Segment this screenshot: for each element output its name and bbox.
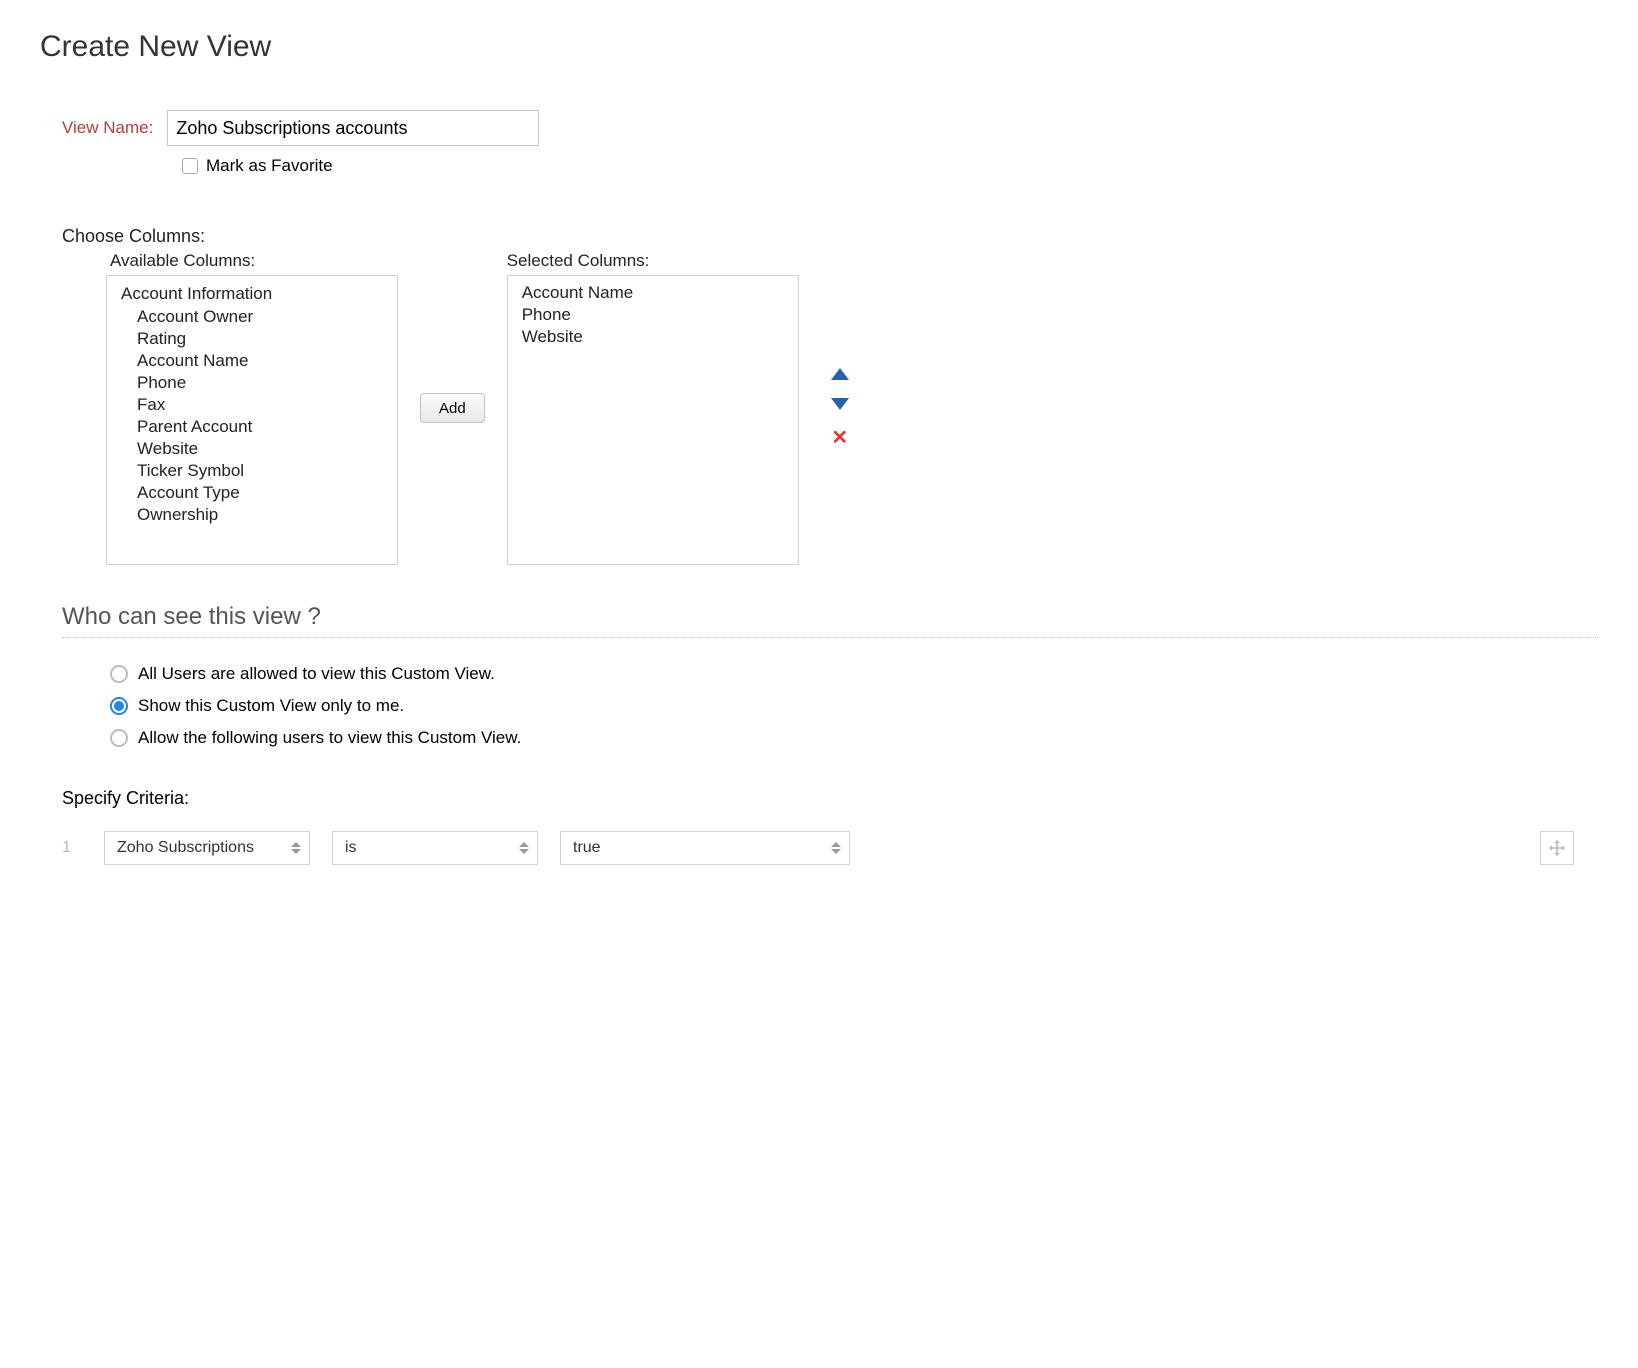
choose-columns-label: Choose Columns: [62, 226, 1598, 247]
selected-block: Selected Columns: Account Name Phone Web… [507, 251, 799, 565]
visibility-option-all[interactable]: All Users are allowed to view this Custo… [110, 664, 1598, 684]
criteria-row: 1 Zoho Subscriptions is true [62, 831, 1598, 865]
available-columns-list[interactable]: Account Information Account Owner Rating… [106, 275, 398, 565]
add-button[interactable]: Add [420, 393, 485, 423]
list-item[interactable]: Rating [107, 328, 397, 350]
list-item[interactable]: Ticker Symbol [107, 460, 397, 482]
visibility-option-me[interactable]: Show this Custom View only to me. [110, 696, 1598, 716]
list-item[interactable]: Phone [508, 304, 798, 326]
list-item[interactable]: Account Owner [107, 306, 397, 328]
criteria-drag-handle[interactable] [1540, 831, 1574, 865]
selected-columns-list[interactable]: Account Name Phone Website [507, 275, 799, 565]
list-item[interactable]: Website [508, 326, 798, 348]
radio-label: Show this Custom View only to me. [138, 696, 404, 716]
remove-icon[interactable]: ✕ [831, 428, 848, 448]
radio-label: All Users are allowed to view this Custo… [138, 664, 495, 684]
selected-columns-label: Selected Columns: [507, 251, 799, 271]
select-caret-icon [519, 842, 529, 854]
criteria-value-text: true [573, 839, 601, 857]
view-name-label: View Name: [62, 118, 153, 138]
visibility-option-users[interactable]: Allow the following users to view this C… [110, 728, 1598, 748]
move-up-icon[interactable] [831, 368, 849, 380]
criteria-operator-select[interactable]: is [332, 831, 538, 865]
view-name-row: View Name: [40, 110, 1598, 146]
available-block: Available Columns: Account Information A… [40, 251, 398, 565]
list-item[interactable]: Account Name [508, 282, 798, 304]
available-columns-label: Available Columns: [110, 251, 398, 271]
reorder-controls: ✕ [831, 251, 849, 565]
criteria-value-select[interactable]: true [560, 831, 850, 865]
radio-icon[interactable] [110, 665, 128, 683]
move-down-icon[interactable] [831, 398, 849, 410]
list-item[interactable]: Account Type [107, 482, 397, 504]
page-title: Create New View [40, 30, 1598, 64]
list-item[interactable]: Website [107, 438, 397, 460]
criteria-operator-value: is [345, 839, 357, 857]
radio-label: Allow the following users to view this C… [138, 728, 521, 748]
select-caret-icon [831, 842, 841, 854]
list-group-header: Account Information [107, 282, 397, 306]
list-item[interactable]: Phone [107, 372, 397, 394]
add-button-column: Add [420, 251, 485, 565]
divider [62, 637, 1598, 638]
move-icon [1549, 840, 1565, 856]
list-item[interactable]: Account Name [107, 350, 397, 372]
list-item[interactable]: Parent Account [107, 416, 397, 438]
columns-area: Available Columns: Account Information A… [40, 251, 1598, 565]
view-name-input[interactable] [167, 110, 539, 146]
radio-icon[interactable] [110, 729, 128, 747]
favorite-label: Mark as Favorite [206, 156, 333, 176]
favorite-checkbox[interactable] [182, 158, 198, 174]
favorite-row: Mark as Favorite [182, 156, 1598, 176]
criteria-field-select[interactable]: Zoho Subscriptions [104, 831, 310, 865]
radio-icon[interactable] [110, 697, 128, 715]
criteria-index: 1 [62, 839, 82, 857]
list-item[interactable]: Fax [107, 394, 397, 416]
visibility-radio-group: All Users are allowed to view this Custo… [110, 664, 1598, 748]
visibility-title: Who can see this view ? [62, 603, 1598, 631]
list-item[interactable]: Ownership [107, 504, 397, 526]
specify-criteria-label: Specify Criteria: [62, 788, 1598, 809]
criteria-field-value: Zoho Subscriptions [117, 839, 254, 857]
select-caret-icon [291, 842, 301, 854]
